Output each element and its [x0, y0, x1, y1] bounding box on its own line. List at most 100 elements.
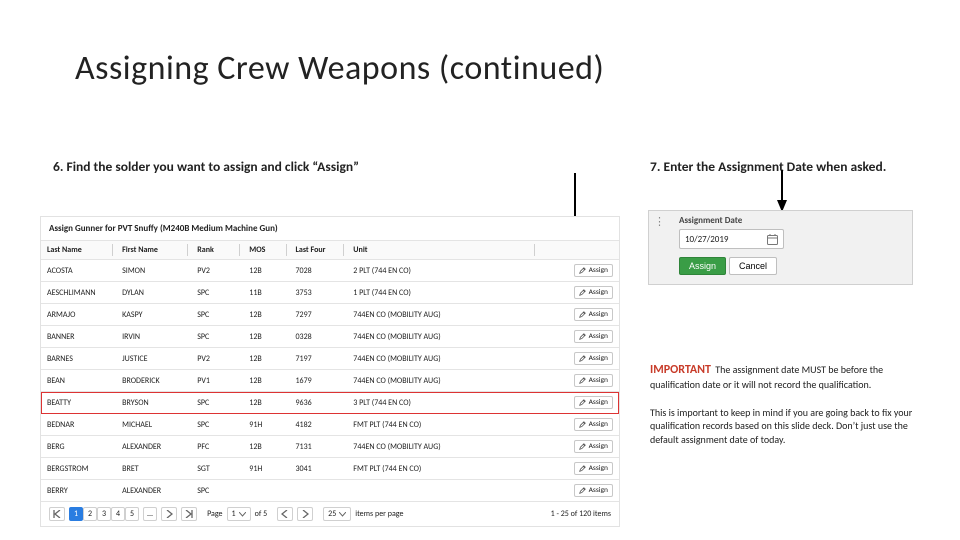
- column-header[interactable]: Unit: [347, 241, 538, 260]
- row-assign-button[interactable]: Assign: [574, 462, 613, 475]
- table-cell: AESCHLIMANN: [41, 282, 116, 304]
- pager-first-button[interactable]: [49, 507, 65, 521]
- column-menu-icon[interactable]: ⋮: [654, 215, 665, 228]
- important-body-2: This is important to keep in mind if you…: [650, 406, 935, 447]
- column-header[interactable]: Last Four: [290, 241, 348, 260]
- edit-icon: [579, 487, 586, 494]
- column-header[interactable]: First Name: [116, 241, 191, 260]
- pager: 12345 ... Page 1 of 5 25 items per page …: [41, 501, 619, 526]
- table-cell: 9636: [290, 392, 348, 414]
- table-row: BEANBRODERICKPV112B1679744EN CO (MOBILIT…: [41, 370, 619, 392]
- table-cell: SPC: [191, 282, 243, 304]
- assignment-date-card: ⋮ Assignment Date 10/27/2019 Assign Canc…: [648, 210, 913, 285]
- table-cell: BEDNAR: [41, 414, 116, 436]
- cancel-button[interactable]: Cancel: [729, 257, 777, 275]
- table-cell: MICHAEL: [116, 414, 191, 436]
- pager-page-button[interactable]: 4: [111, 507, 125, 521]
- table-cell: 7197: [290, 348, 348, 370]
- table-cell: 3041: [290, 458, 348, 480]
- pager-page-of: of 5: [255, 509, 268, 519]
- row-assign-button[interactable]: Assign: [574, 264, 613, 277]
- row-assign-button[interactable]: Assign: [574, 418, 613, 431]
- pager-page-button[interactable]: 5: [125, 507, 139, 521]
- table-cell: 744EN CO (MOBILITY AUG): [347, 304, 538, 326]
- table-cell: IRVIN: [116, 326, 191, 348]
- column-header[interactable]: [538, 241, 619, 260]
- edit-icon: [579, 289, 586, 296]
- table-cell: SPC: [191, 480, 243, 502]
- row-assign-button[interactable]: Assign: [574, 330, 613, 343]
- table-row: BARNESJUSTICEPV212B7197744EN CO (MOBILIT…: [41, 348, 619, 370]
- table-cell: DYLAN: [116, 282, 191, 304]
- row-assign-button[interactable]: Assign: [574, 396, 613, 409]
- table-row: BERGSTROMBRETSGT91H3041FMT PLT (744 EN C…: [41, 458, 619, 480]
- row-assign-button[interactable]: Assign: [574, 286, 613, 299]
- pager-prev2-button[interactable]: [277, 507, 293, 521]
- table-cell: 12B: [243, 326, 289, 348]
- table-cell: [290, 480, 348, 502]
- assignment-date-field[interactable]: 10/27/2019: [679, 229, 784, 249]
- column-header[interactable]: Rank: [191, 241, 243, 260]
- table-row: BANNERIRVINSPC12B0328744EN CO (MOBILITY …: [41, 326, 619, 348]
- pager-next-button[interactable]: [161, 507, 177, 521]
- table-cell: 3753: [290, 282, 348, 304]
- pager-summary: 1 - 25 of 120 items: [551, 509, 611, 519]
- important-heading: IMPORTANT: [650, 363, 711, 377]
- table-row: BERGALEXANDERPFC12B7131744EN CO (MOBILIT…: [41, 436, 619, 458]
- table-cell: 12B: [243, 304, 289, 326]
- pager-next2-button[interactable]: [297, 507, 313, 521]
- table-cell: 2 PLT (744 EN CO): [347, 260, 538, 282]
- table-cell: PV2: [191, 348, 243, 370]
- table-cell: SPC: [191, 414, 243, 436]
- table-cell: FMT PLT (744 EN CO): [347, 414, 538, 436]
- edit-icon: [579, 267, 586, 274]
- pager-perpage-select[interactable]: 25: [323, 507, 351, 521]
- row-assign-button[interactable]: Assign: [574, 374, 613, 387]
- edit-icon: [579, 311, 586, 318]
- table-cell: 12B: [243, 436, 289, 458]
- table-cell: JUSTICE: [116, 348, 191, 370]
- table-cell: SPC: [191, 392, 243, 414]
- important-note: IMPORTANT The assignment date MUST be be…: [650, 362, 935, 446]
- table-cell: SGT: [191, 458, 243, 480]
- row-assign-button[interactable]: Assign: [574, 308, 613, 321]
- pager-page-button[interactable]: 3: [97, 507, 111, 521]
- row-assign-button[interactable]: Assign: [574, 440, 613, 453]
- table-cell: 11B: [243, 282, 289, 304]
- table-cell: BRET: [116, 458, 191, 480]
- pager-perpage-label: items per page: [355, 509, 403, 519]
- table-header-row: Last NameFirst NameRankMOSLast FourUnit: [41, 241, 619, 260]
- table-cell: 12B: [243, 348, 289, 370]
- column-header[interactable]: MOS: [243, 241, 289, 260]
- pager-page-button[interactable]: 2: [83, 507, 97, 521]
- table-cell: FMT PLT (744 EN CO): [347, 458, 538, 480]
- table-cell: BERRY: [41, 480, 116, 502]
- pager-last-button[interactable]: [181, 507, 197, 521]
- row-assign-button[interactable]: Assign: [574, 484, 613, 497]
- table-row: ACOSTASIMONPV212B70282 PLT (744 EN CO)As…: [41, 260, 619, 282]
- edit-icon: [579, 421, 586, 428]
- table-cell: 0328: [290, 326, 348, 348]
- table-cell: [243, 480, 289, 502]
- table-cell: 1679: [290, 370, 348, 392]
- assign-button[interactable]: Assign: [679, 257, 726, 275]
- step-6-text: 6. Find the solder you want to assign an…: [53, 158, 359, 175]
- table-row: ARMAJOKASPYSPC12B7297744EN CO (MOBILITY …: [41, 304, 619, 326]
- table-cell: 12B: [243, 370, 289, 392]
- calendar-icon: [767, 234, 778, 245]
- soldiers-table: Last NameFirst NameRankMOSLast FourUnit …: [41, 240, 619, 501]
- table-cell: 7131: [290, 436, 348, 458]
- edit-icon: [579, 399, 586, 406]
- table-cell: BANNER: [41, 326, 116, 348]
- table-cell: BARNES: [41, 348, 116, 370]
- table-cell: SIMON: [116, 260, 191, 282]
- pager-ellipsis: ...: [143, 507, 157, 521]
- table-cell: 91H: [243, 414, 289, 436]
- table-cell: PV2: [191, 260, 243, 282]
- edit-icon: [579, 355, 586, 362]
- pager-page-button[interactable]: 1: [69, 507, 83, 521]
- panel-title: Assign Gunner for PVT Snuffy (M240B Medi…: [41, 217, 619, 240]
- column-header[interactable]: Last Name: [41, 241, 116, 260]
- pager-page-select[interactable]: 1: [227, 507, 251, 521]
- row-assign-button[interactable]: Assign: [574, 352, 613, 365]
